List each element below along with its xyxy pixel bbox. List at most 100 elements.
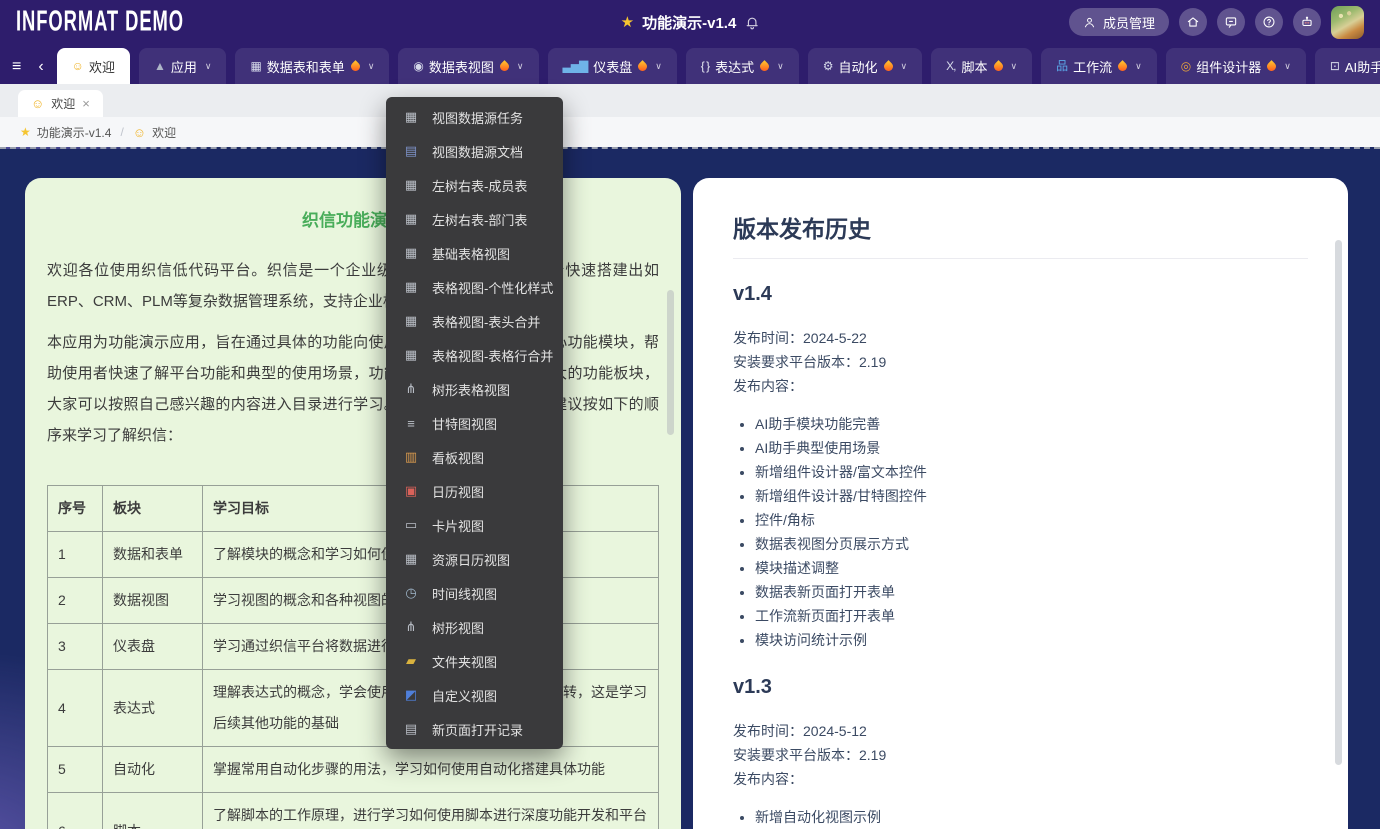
cell-index: 3: [48, 624, 103, 670]
table-row: 3 仪表盘 学习通过织信平台将数据进行可视化分析展示: [48, 624, 659, 670]
dropdown-item[interactable]: ▥ 看板视图: [386, 440, 563, 474]
dropdown-item-label: 资源日历视图: [432, 550, 510, 569]
dropdown-item[interactable]: ▤ 新页面打开记录: [386, 712, 563, 746]
view-type-icon: ▦: [403, 313, 419, 329]
welcome-panel: 织信功能演示 欢迎各位使用织信低代码平台。织信是一个企业级低代码平台，可通过平台…: [25, 178, 681, 829]
dropdown-item[interactable]: ⋔ 树形视图: [386, 610, 563, 644]
home-button[interactable]: [1179, 8, 1207, 36]
nav-item-label: 自动化: [839, 57, 878, 76]
nav-item-icon: ☺: [72, 60, 83, 72]
close-icon[interactable]: ×: [82, 96, 90, 111]
release-item: 新增组件设计器/甘特图控件: [755, 484, 1308, 508]
dropdown-item[interactable]: ▤ 视图数据源文档: [386, 134, 563, 168]
dropdown-item[interactable]: ▦ 视图数据源任务: [386, 100, 563, 134]
cell-index: 6: [48, 793, 103, 829]
dropdown-item[interactable]: ◩ 自定义视图: [386, 678, 563, 712]
dropdown-item[interactable]: ▦ 基础表格视图: [386, 236, 563, 270]
breadcrumb: ★ 功能演示-v1.4 / ☺ 欢迎: [0, 117, 1380, 147]
view-type-icon: ▤: [403, 721, 419, 737]
tab-label: 欢迎: [51, 95, 75, 112]
nav-item-icon: ⊡: [1330, 60, 1339, 72]
bell-icon[interactable]: [744, 15, 759, 30]
column-header: 序号: [48, 486, 103, 532]
cell-module: 表达式: [103, 670, 203, 747]
dropdown-item[interactable]: ▦ 表格视图-表格行合并: [386, 338, 563, 372]
dropdown-item[interactable]: ▣ 日历视图: [386, 474, 563, 508]
dropdown-item[interactable]: ▦ 左树右表-成员表: [386, 168, 563, 202]
table-row: 5 自动化 掌握常用自动化步骤的用法，学习如何使用自动化搭建具体功能: [48, 747, 659, 793]
release-item: 新增自动化视图示例: [755, 805, 1308, 829]
table-row: 4 表达式 理解表达式的概念，学会使用表达式完成业务数据自动流转，这是学习后续其…: [48, 670, 659, 747]
breadcrumb-app-label: 功能演示-v1.4: [37, 124, 112, 141]
breadcrumb-page[interactable]: ☺ 欢迎: [133, 124, 176, 141]
fire-icon: [349, 60, 362, 73]
informat-logo: INFORMAT DEMO: [16, 5, 182, 38]
version-heading: v1.3: [733, 676, 1308, 699]
dropdown-item-label: 时间线视图: [432, 584, 497, 603]
nav-item[interactable]: ▃▅▇ 仪表盘: [548, 48, 677, 84]
nav-item[interactable]: { } 表达式: [686, 48, 799, 84]
welcome-scrollbar[interactable]: [667, 290, 674, 435]
fire-icon: [758, 60, 771, 73]
dropdown-item-label: 文件夹视图: [432, 652, 497, 671]
nav-item[interactable]: ▲ 应用: [139, 48, 227, 84]
release-item-list: 新增自动化视图示例 新增组件设计器/onlyoffice示例: [737, 805, 1308, 829]
fire-icon: [1265, 60, 1278, 73]
table-body: 1 数据和表单 了解模块的概念和学习如何使用数据表和表单 2 数据视图 学习视图…: [48, 532, 659, 829]
view-type-icon: ◷: [403, 585, 419, 601]
nav-item[interactable]: X, 脚本: [931, 48, 1032, 84]
platform-requirement: 安装要求平台版本：2.19: [733, 743, 1308, 767]
assistant-button[interactable]: [1293, 8, 1321, 36]
cell-module: 仪表盘: [103, 624, 203, 670]
chevron-down-icon: [655, 61, 662, 72]
tab-welcome[interactable]: ☺ 欢迎 ×: [18, 90, 103, 117]
nav-item[interactable]: ⊡ AI助手: [1315, 48, 1380, 84]
dropdown-item-label: 左树右表-部门表: [432, 210, 527, 229]
dropdown-item[interactable]: ◷ 时间线视图: [386, 576, 563, 610]
breadcrumb-page-label: 欢迎: [152, 124, 176, 141]
release-content-label: 发布内容：: [733, 374, 1308, 398]
dropdown-item[interactable]: ▦ 表格视图-个性化样式: [386, 270, 563, 304]
member-management-button[interactable]: 成员管理: [1069, 8, 1169, 36]
help-button[interactable]: [1255, 8, 1283, 36]
platform-requirement: 安装要求平台版本：2.19: [733, 350, 1308, 374]
dropdown-item[interactable]: ▦ 表格视图-表头合并: [386, 304, 563, 338]
view-type-icon: ⋔: [403, 619, 419, 635]
dropdown-item[interactable]: ▦ 资源日历视图: [386, 542, 563, 576]
view-type-icon: ▦: [403, 279, 419, 295]
dropdown-item-label: 表格视图-表头合并: [432, 312, 540, 331]
data-view-dropdown: ▦ 视图数据源任务 ▤ 视图数据源文档 ▦ 左树右表-成员表 ▦ 左树右表-部门…: [386, 97, 563, 749]
chevron-down-icon: [777, 61, 784, 72]
release-scrollbar[interactable]: [1335, 240, 1342, 765]
nav-item[interactable]: ☺ 欢迎: [57, 48, 130, 84]
nav-item-label: 欢迎: [89, 57, 115, 76]
user-avatar[interactable]: [1331, 6, 1364, 39]
nav-item-icon: ▲: [154, 60, 165, 72]
nav-scroll-left-icon[interactable]: ‹: [38, 59, 43, 75]
nav-item[interactable]: ⚙ 自动化: [808, 48, 922, 84]
nav-item[interactable]: 品 工作流: [1041, 48, 1157, 84]
nav-items: ☺ 欢迎 ▲ 应用 ▦ 数据表和表单: [57, 48, 1380, 84]
dropdown-item[interactable]: ≡ 甘特图视图: [386, 406, 563, 440]
breadcrumb-app[interactable]: ★ 功能演示-v1.4: [20, 124, 111, 141]
dropdown-item[interactable]: ⋔ 树形表格视图: [386, 372, 563, 406]
view-type-icon: ▦: [403, 245, 419, 261]
feedback-button[interactable]: [1217, 8, 1245, 36]
dropdown-item[interactable]: ▰ 文件夹视图: [386, 644, 563, 678]
nav-item[interactable]: ◎ 组件设计器: [1166, 48, 1306, 84]
dropdown-item[interactable]: ▦ 左树右表-部门表: [386, 202, 563, 236]
dropdown-item[interactable]: ▭ 卡片视图: [386, 508, 563, 542]
view-type-icon: ⋔: [403, 381, 419, 397]
release-item: 模块访问统计示例: [755, 628, 1308, 652]
version-meta: 发布时间：2024-5-22 安装要求平台版本：2.19 发布内容：: [733, 326, 1308, 398]
chevron-down-icon: [368, 61, 375, 72]
person-icon: [1083, 16, 1096, 29]
breadcrumb-separator: /: [120, 125, 123, 139]
hamburger-menu-icon[interactable]: ≡: [12, 59, 21, 75]
nav-item-icon: ◉: [413, 60, 422, 72]
view-type-icon: ▦: [403, 347, 419, 363]
nav-item[interactable]: ▦ 数据表和表单: [235, 48, 389, 84]
release-history-title: 版本发布历史: [733, 210, 1308, 259]
nav-item[interactable]: ◉ 数据表视图: [398, 48, 538, 84]
nav-item-label: AI助手: [1345, 57, 1380, 76]
